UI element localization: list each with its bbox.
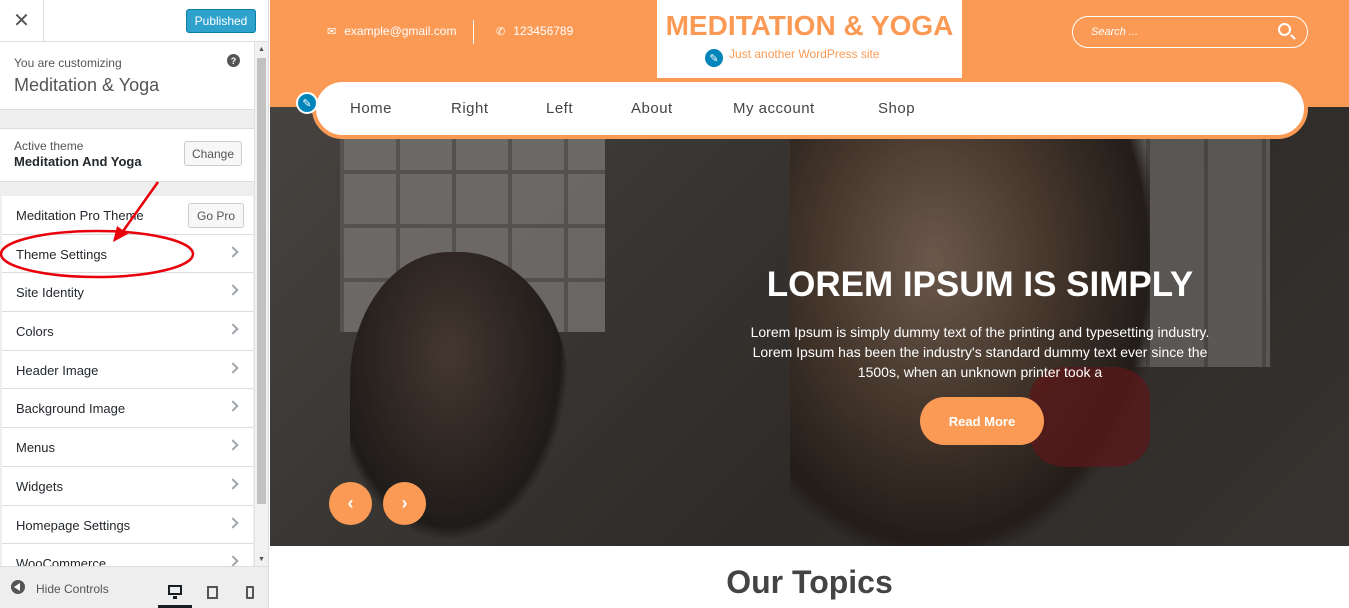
search-input[interactable]: Search ... bbox=[1072, 16, 1308, 48]
email-text: example@gmail.com bbox=[344, 24, 457, 38]
menu-item-site-identity[interactable]: Site Identity bbox=[2, 273, 253, 313]
prev-slide-button[interactable]: ‹ bbox=[329, 482, 372, 525]
mobile-preview-button[interactable] bbox=[233, 575, 267, 608]
menu-item-label: Homepage Settings bbox=[16, 517, 131, 533]
menu-item-theme-settings[interactable]: Theme Settings bbox=[2, 234, 253, 274]
chevron-right-icon bbox=[227, 362, 239, 374]
site-preview: ✉ example@gmail.com ✆ 123456789 MEDITATI… bbox=[270, 0, 1349, 608]
main-nav: Home Right Left About My account Shop bbox=[312, 78, 1308, 139]
search-icon[interactable] bbox=[1278, 23, 1291, 36]
site-title[interactable]: MEDITATION & YOGA bbox=[657, 10, 962, 42]
customizer-footer: Hide Controls bbox=[0, 566, 268, 608]
nav-about[interactable]: About bbox=[631, 100, 673, 117]
tablet-icon bbox=[206, 585, 218, 599]
menu-item-label: Menus bbox=[16, 440, 56, 456]
menu-item-header-image[interactable]: Header Image bbox=[2, 350, 253, 390]
menu-item-label: Header Image bbox=[16, 362, 99, 378]
menu-item-label: Background Image bbox=[16, 401, 126, 417]
desktop-preview-button[interactable] bbox=[158, 575, 192, 608]
hero-title: LOREM IPSUM IS SIMPLY bbox=[766, 265, 1194, 304]
menu-item-label: Theme Settings bbox=[16, 246, 108, 262]
phone-text: 123456789 bbox=[513, 24, 574, 38]
read-more-button[interactable]: Read More bbox=[920, 397, 1044, 445]
customizing-label: You are customizing bbox=[14, 56, 122, 70]
nav-left[interactable]: Left bbox=[546, 100, 573, 117]
tablet-preview-button[interactable] bbox=[195, 575, 229, 608]
header-email[interactable]: ✉ example@gmail.com bbox=[327, 24, 456, 38]
chevron-right-icon bbox=[227, 478, 239, 490]
contact-divider bbox=[473, 20, 474, 44]
chevron-right-icon bbox=[227, 400, 239, 413]
sidebar-scrollbar[interactable]: ▲ ▼ bbox=[254, 42, 268, 566]
hide-controls-label[interactable]: Hide Controls bbox=[36, 582, 109, 596]
customizer-menu: Meditation Pro Theme Go Pro Theme Settin… bbox=[2, 196, 253, 566]
customizer-panel: You are customizing Meditation & Yoga ? … bbox=[0, 42, 268, 566]
chevron-right-icon bbox=[227, 246, 239, 258]
header-phone[interactable]: ✆ 123456789 bbox=[496, 24, 573, 38]
hide-controls-icon[interactable] bbox=[11, 580, 25, 594]
site-name-label: Meditation & Yoga bbox=[14, 75, 160, 95]
hero-slider: LOREM IPSUM IS SIMPLY Lorem Ipsum is sim… bbox=[270, 107, 1349, 546]
nav-my-account[interactable]: My account bbox=[733, 100, 815, 117]
desktop-icon bbox=[168, 585, 182, 599]
pro-theme-item: Meditation Pro Theme Go Pro bbox=[2, 196, 253, 235]
nav-right[interactable]: Right bbox=[451, 100, 489, 117]
pro-theme-label: Meditation Pro Theme bbox=[16, 208, 144, 223]
scroll-down-icon[interactable]: ▼ bbox=[255, 552, 268, 566]
chevron-right-icon bbox=[227, 323, 239, 335]
site-tagline: Just another WordPress site bbox=[729, 47, 880, 61]
chevron-right-icon bbox=[227, 555, 239, 566]
active-theme-name: Meditation And Yoga bbox=[14, 154, 142, 169]
menu-item-homepage-settings[interactable]: Homepage Settings bbox=[2, 505, 253, 545]
site-logo-box: MEDITATION & YOGA Just another WordPress… bbox=[657, 0, 962, 80]
menu-item-background-image[interactable]: Background Image bbox=[2, 389, 253, 429]
menu-item-woocommerce[interactable]: WooCommerce bbox=[2, 544, 253, 566]
envelope-icon: ✉ bbox=[327, 25, 337, 38]
edit-shortcut-menu-icon[interactable]: ✎ bbox=[296, 92, 318, 114]
menu-item-colors[interactable]: Colors bbox=[2, 312, 253, 351]
menu-item-widgets[interactable]: Widgets bbox=[2, 466, 253, 506]
customizer-header: ✕ Published bbox=[0, 0, 268, 42]
go-pro-button[interactable]: Go Pro bbox=[188, 203, 244, 228]
active-theme-label: Active theme bbox=[14, 139, 84, 153]
menu-item-label: WooCommerce bbox=[16, 556, 107, 566]
chevron-right-icon bbox=[227, 516, 239, 529]
mobile-icon bbox=[246, 585, 254, 599]
menu-item-label: Widgets bbox=[16, 478, 63, 494]
scroll-thumb[interactable] bbox=[257, 58, 266, 504]
phone-icon: ✆ bbox=[496, 25, 506, 38]
app-window: ✕ Published You are customizing Meditati… bbox=[0, 0, 1349, 608]
hero-text: Lorem Ipsum is simply dummy text of the … bbox=[750, 324, 1210, 380]
customizer-sidebar: ✕ Published You are customizing Meditati… bbox=[0, 0, 269, 608]
chevron-right-icon bbox=[227, 284, 239, 297]
publish-button[interactable]: Published bbox=[186, 9, 256, 33]
customize-info: You are customizing Meditation & Yoga ? bbox=[0, 42, 254, 110]
active-theme-section: Active theme Meditation And Yoga Change bbox=[0, 128, 254, 182]
chevron-right-icon bbox=[227, 439, 239, 451]
nav-shop[interactable]: Shop bbox=[878, 100, 915, 117]
menu-item-label: Site Identity bbox=[16, 285, 84, 301]
topics-heading: Our Topics bbox=[726, 564, 893, 600]
menu-item-menus[interactable]: Menus bbox=[2, 428, 253, 467]
close-customizer-button[interactable]: ✕ bbox=[0, 0, 44, 41]
help-icon[interactable]: ? bbox=[227, 54, 240, 67]
scroll-up-icon[interactable]: ▲ bbox=[255, 42, 268, 56]
nav-home[interactable]: Home bbox=[350, 100, 392, 117]
menu-item-label: Colors bbox=[16, 324, 54, 340]
edit-shortcut-logo-icon[interactable]: ✎ bbox=[703, 47, 725, 69]
next-slide-button[interactable]: › bbox=[383, 482, 426, 525]
change-theme-button[interactable]: Change bbox=[184, 141, 242, 166]
search-placeholder: Search ... bbox=[1091, 26, 1139, 38]
